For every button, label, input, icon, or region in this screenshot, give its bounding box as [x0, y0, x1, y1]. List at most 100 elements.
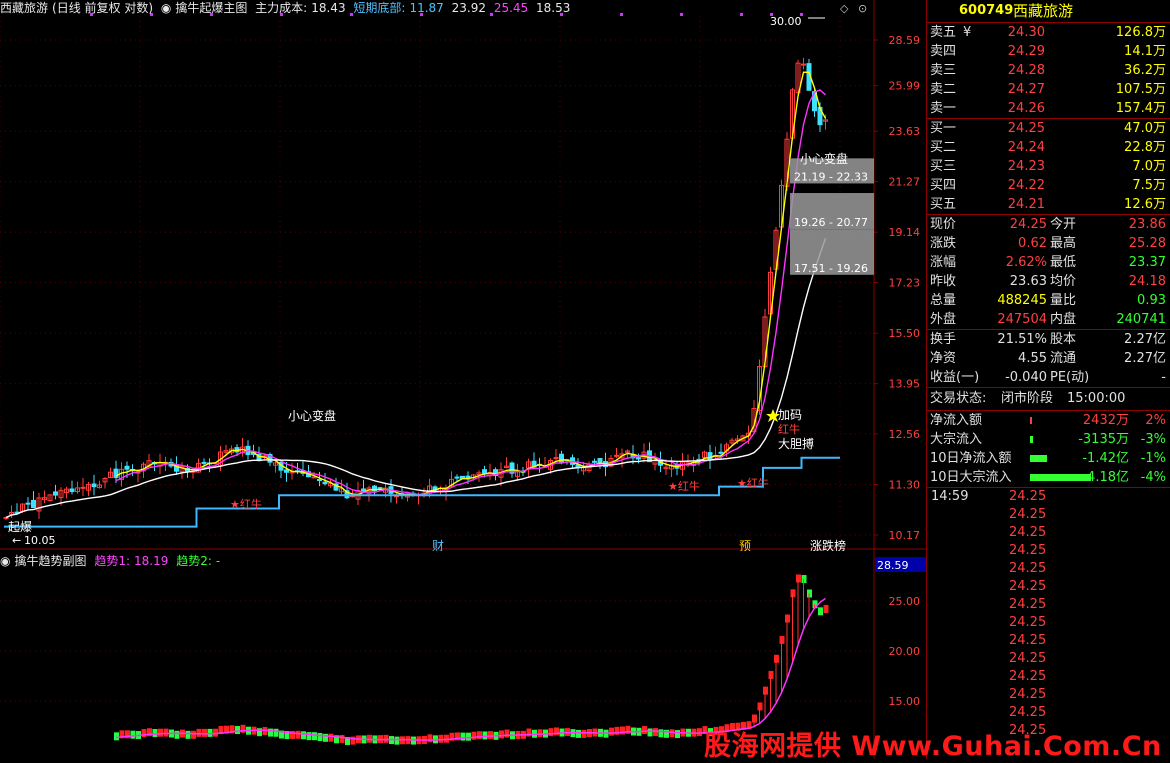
- tick-price: 24.25: [1009, 525, 1047, 540]
- price-zone-label: 17.51 - 19.26: [794, 262, 868, 275]
- bid-price: 24.22: [1007, 178, 1045, 193]
- trend-block: [658, 729, 664, 738]
- trend-block: [191, 730, 196, 739]
- tick-row: 24.25: [927, 668, 1170, 686]
- ask-volume: 36.2万: [1124, 63, 1166, 78]
- ask-volume: 126.8万: [1115, 25, 1166, 40]
- candle-body: [31, 499, 36, 509]
- bid-row[interactable]: 买一 24.25 47.0万: [927, 119, 1170, 138]
- main-axis-label: 13.95: [889, 378, 921, 391]
- trend-block: [394, 736, 400, 745]
- stat-row: 外盘 247504 内盘 240741: [927, 310, 1170, 329]
- stat-label: 涨跌: [930, 236, 957, 251]
- trend-block: [609, 727, 614, 736]
- stat-label: 换手: [930, 332, 957, 347]
- status-time: 15:00:00: [1067, 391, 1126, 406]
- sub-indicator-name[interactable]: 擒牛趋势副图: [14, 554, 86, 568]
- candle-body: [201, 461, 207, 464]
- trend1-label: 趋势1:: [94, 554, 131, 568]
- value-3: 23.92: [451, 1, 486, 15]
- ask-row[interactable]: 卖五 ¥24.30 126.8万: [927, 23, 1170, 42]
- trend-block: [499, 730, 504, 739]
- flow-label: 净流入额: [930, 413, 983, 428]
- trend2-label: 趋势2:: [176, 554, 212, 568]
- trend-block: [163, 728, 169, 737]
- cost-value: 18.43: [311, 1, 346, 15]
- ask-row[interactable]: 卖四 24.29 14.1万: [927, 42, 1170, 61]
- flow-value: -4.18亿: [1082, 470, 1129, 485]
- currency-flag: ¥: [963, 25, 972, 40]
- qibao-label: 起爆: [8, 520, 32, 534]
- stat-value: 21.51%: [997, 332, 1047, 347]
- trend-block: [427, 734, 433, 743]
- main-axis-label: 25.99: [889, 80, 921, 93]
- stat-value: 0.93: [1137, 293, 1166, 308]
- bid-row[interactable]: 买三 24.23 7.0万: [927, 157, 1170, 176]
- stat-value: 23.37: [1128, 255, 1166, 270]
- peak-label: 30.00: [770, 15, 802, 28]
- trend-block: [174, 730, 180, 739]
- bid-label: 买二: [930, 140, 957, 155]
- top-marker: [680, 13, 683, 16]
- trend-block: [185, 730, 191, 739]
- candle-body: [113, 468, 119, 479]
- chart-area[interactable]: 28.59 25.99 23.63 21.27 19.14 17.23 15.50 13.95…: [0, 0, 926, 759]
- diamond-icon: ◇: [840, 2, 849, 15]
- trend-block: [438, 734, 444, 743]
- trend-block: [301, 731, 306, 740]
- dadan-label: 大胆搏: [778, 437, 814, 451]
- tick-list[interactable]: 14:59 24.25 24.25 24.25 24.25 24.25 24.25 24.25…: [927, 488, 1170, 740]
- cost-label: 主力成本:: [255, 1, 308, 15]
- trend-block: [295, 730, 301, 739]
- price-zone-label: 21.19 - 22.33: [794, 170, 868, 183]
- ask-volume: 107.5万: [1115, 82, 1166, 97]
- stat-label: 最低: [1050, 255, 1077, 270]
- candle-body: [454, 476, 460, 479]
- ask-row[interactable]: 卖二 24.27 107.5万: [927, 80, 1170, 99]
- trend2-value: -: [215, 554, 221, 568]
- flow-pct: -1%: [1140, 451, 1166, 466]
- stat-label: 最高: [1050, 236, 1077, 251]
- stat-value: 2.62%: [1005, 255, 1047, 270]
- hongniu-label: ★红牛: [230, 497, 262, 511]
- stat-value: 2.27亿: [1124, 332, 1166, 347]
- sub-chart-header: ◉ 擒牛趋势副图 趋势1: 18.19 趋势2: -: [0, 553, 224, 569]
- trend-block: [130, 730, 136, 739]
- ask-volume: 14.1万: [1124, 44, 1166, 59]
- indicator-dropdown-icon[interactable]: ◉: [161, 1, 171, 15]
- tick-price: 24.25: [1009, 687, 1047, 702]
- trend-block: [647, 728, 653, 737]
- value-4: 25.45: [493, 1, 529, 15]
- trend-block: [152, 729, 158, 738]
- tick-price: 24.25: [1009, 705, 1047, 720]
- trend-block: [196, 728, 202, 737]
- stat-value: 488245: [997, 293, 1047, 308]
- stat-row: 涨跌 0.62 最高 25.28: [927, 234, 1170, 253]
- trend-block: [273, 728, 279, 737]
- top-marker: [620, 13, 623, 16]
- tick-row: 24.25: [927, 596, 1170, 614]
- flow-row: 大宗流入 -3135万 -3%: [927, 430, 1170, 449]
- bid-price: 24.25: [1007, 121, 1045, 136]
- flow-value: -1.42亿: [1082, 451, 1129, 466]
- bid-row[interactable]: 买五 24.21 12.6万: [927, 195, 1170, 214]
- bid-label: 买一: [930, 121, 957, 136]
- candle-body: [3, 517, 9, 520]
- trend-block: [306, 732, 312, 741]
- ask-row[interactable]: 卖一 24.26 157.4万: [927, 99, 1170, 118]
- bid-row[interactable]: 买二 24.24 22.8万: [927, 138, 1170, 157]
- flow-pct: -4%: [1140, 470, 1166, 485]
- flow-bar: [1030, 436, 1033, 443]
- main-indicator-name[interactable]: 擒牛起爆主图: [175, 1, 247, 15]
- bid-row[interactable]: 买四 24.22 7.5万: [927, 176, 1170, 195]
- stat-label: 现价: [930, 217, 957, 232]
- bid-price: 24.21: [1007, 197, 1045, 212]
- watermark: 股海网提供 Www.Guhai.Com.Cn: [704, 731, 1162, 762]
- sub-indicator-dropdown-icon[interactable]: ◉: [0, 554, 10, 568]
- ask-row[interactable]: 卖三 24.28 36.2万: [927, 61, 1170, 80]
- hongniu-label: ★红牛: [737, 476, 769, 490]
- stat-label: 净资: [930, 351, 957, 366]
- stat-row: 总量 488245 量比 0.93: [927, 291, 1170, 310]
- main-chart[interactable]: 28.59 25.99 23.63 21.27 19.14 17.23 15.50 13.95…: [0, 0, 926, 551]
- trend-block: [257, 728, 262, 737]
